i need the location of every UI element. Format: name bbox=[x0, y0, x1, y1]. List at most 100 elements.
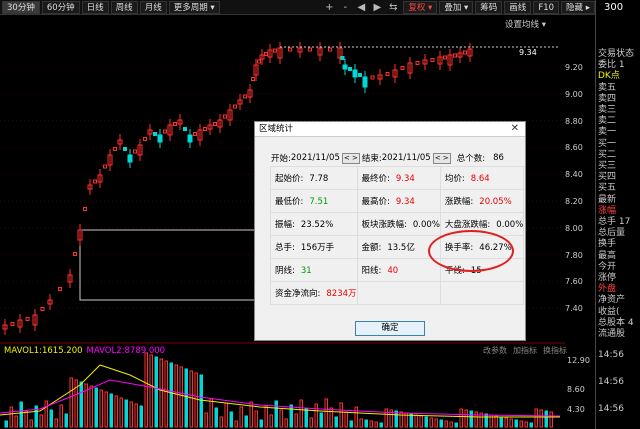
volume-bar bbox=[324, 398, 328, 428]
candle-body bbox=[153, 132, 157, 136]
volume-links: 改参数 加指标 换指标 bbox=[477, 345, 567, 356]
range-stats-dialog: 区域统计 ✕ 开始: 2021/11/05 < > 结束: 2021/11/05… bbox=[254, 121, 526, 341]
volume-bar bbox=[89, 385, 93, 428]
volume-bar bbox=[439, 419, 443, 428]
volume-bar bbox=[284, 418, 288, 428]
volume-bar bbox=[359, 418, 363, 428]
volume-tick: 12.90 bbox=[567, 356, 590, 365]
right-arrow-icon[interactable]: ▶ bbox=[369, 1, 385, 14]
volume-bar bbox=[409, 413, 413, 428]
volume-bar bbox=[289, 404, 293, 428]
quote-field: 流通股 bbox=[598, 329, 626, 339]
zoom-out-icon[interactable]: - bbox=[337, 1, 353, 14]
stat-value: 7.51 bbox=[309, 197, 329, 207]
volume-bar bbox=[79, 381, 83, 428]
price-tick: 9.20 bbox=[565, 63, 583, 72]
candle-body bbox=[93, 179, 97, 184]
close-icon[interactable]: ✕ bbox=[511, 123, 519, 134]
volume-bar bbox=[174, 364, 178, 428]
stat-value: 7.78 bbox=[309, 174, 329, 184]
stat-value: 23.52% bbox=[300, 220, 334, 230]
candle-body bbox=[103, 164, 107, 169]
overlay-button[interactable]: 叠加 ▾ bbox=[439, 1, 474, 14]
tab-daily[interactable]: 日线 bbox=[81, 0, 109, 14]
candle-body bbox=[340, 56, 345, 60]
volume-bar bbox=[224, 402, 228, 428]
volume-bar bbox=[374, 421, 378, 428]
stat-value: 156万手 bbox=[300, 243, 335, 253]
volume-bar bbox=[349, 420, 353, 428]
adjust-button[interactable]: 复权 ▾ bbox=[403, 1, 438, 14]
volume-bar bbox=[459, 408, 463, 428]
edit-params-link[interactable]: 改参数 bbox=[483, 345, 507, 356]
volume-bar bbox=[184, 368, 188, 428]
range-box bbox=[79, 245, 255, 301]
candle-body bbox=[358, 73, 362, 77]
price-tick: 7.40 bbox=[565, 304, 583, 314]
left-arrow-icon[interactable]: ◀ bbox=[353, 1, 369, 14]
tab-more-periods[interactable]: 更多周期 ▾ bbox=[168, 0, 220, 14]
volume-bar bbox=[244, 415, 248, 428]
candle-body bbox=[257, 59, 261, 64]
candle-body bbox=[73, 252, 77, 256]
volume-bar bbox=[154, 356, 158, 428]
f10-button[interactable]: F10 bbox=[533, 1, 560, 14]
candle-body bbox=[308, 47, 312, 52]
swap-icon[interactable]: ⇆ bbox=[385, 1, 401, 14]
candle-body bbox=[40, 307, 45, 311]
tab-30min[interactable]: 30分钟 bbox=[2, 0, 40, 14]
volume-bar bbox=[109, 393, 113, 428]
candle-body bbox=[163, 129, 167, 134]
zoom-in-icon[interactable]: + bbox=[321, 1, 337, 14]
start-adjust-button[interactable]: < > bbox=[341, 152, 360, 164]
volume-bar bbox=[369, 420, 373, 428]
draw-line-button[interactable]: 画线 bbox=[504, 1, 532, 14]
volume-bar bbox=[64, 413, 68, 428]
candle-body bbox=[10, 322, 15, 326]
candle-body bbox=[173, 122, 177, 126]
volume-bar bbox=[169, 362, 173, 428]
tab-weekly[interactable]: 周线 bbox=[110, 0, 138, 14]
volume-bar bbox=[179, 366, 183, 428]
price-tick: 8.60 bbox=[565, 143, 583, 153]
volume-bar bbox=[269, 414, 273, 428]
price-tick: 8.20 bbox=[565, 197, 583, 206]
volume-bar bbox=[429, 417, 433, 428]
stats-cell: 振幅: 23.52% bbox=[270, 212, 358, 236]
volume-bar bbox=[219, 416, 223, 428]
quote-field: 14:56 bbox=[598, 377, 624, 387]
volume-bar bbox=[264, 405, 268, 428]
volume-bar bbox=[4, 420, 8, 428]
volume-bar bbox=[54, 418, 58, 428]
candle-body bbox=[127, 154, 133, 163]
hide-button[interactable]: 隐藏 ▸ bbox=[561, 1, 595, 14]
stats-cell: 涨跌幅: 20.05% bbox=[439, 189, 525, 213]
tab-60min[interactable]: 60分钟 bbox=[41, 0, 80, 14]
quote-panel: 300 交易状态 委比 1 DK点 卖五 卖四 卖三 卖二 卖一 买一 买二 买三 买四 买五 最新 涨幅总… bbox=[595, 0, 640, 429]
volume-bar bbox=[239, 406, 243, 428]
volume-bar bbox=[379, 422, 383, 428]
volume-bar bbox=[59, 404, 63, 428]
volume-bar bbox=[539, 409, 543, 428]
volume-tick: 8.60 bbox=[567, 385, 585, 394]
candle-body bbox=[157, 134, 163, 143]
add-indicator-link[interactable]: 加指标 bbox=[513, 345, 537, 356]
tab-monthly[interactable]: 月线 bbox=[139, 0, 167, 14]
volume-bar bbox=[164, 360, 168, 428]
volume-bar bbox=[384, 408, 388, 428]
stats-row: 起始价: 7.78 最终价: 9.34 均价: 8.64 bbox=[270, 166, 525, 190]
candle-body bbox=[243, 94, 247, 99]
chips-button[interactable]: 筹码 bbox=[475, 1, 503, 14]
volume-bar bbox=[454, 422, 458, 428]
set-ma-link[interactable]: 设置均线 ▾ bbox=[505, 18, 546, 30]
end-adjust-button[interactable]: < > bbox=[432, 152, 451, 164]
change-indicator-link[interactable]: 换指标 bbox=[543, 345, 567, 356]
mavol1-label: MAVOL1:1615.200 bbox=[4, 346, 83, 356]
volume-bar bbox=[534, 408, 538, 428]
stats-cell: 阴线: 31 bbox=[270, 258, 358, 282]
ok-button[interactable]: 确定 bbox=[355, 321, 425, 336]
volume-bar bbox=[519, 420, 523, 428]
price-tick: 9.00 bbox=[565, 89, 583, 99]
stat-value: 9.34 bbox=[395, 174, 415, 184]
candle-body bbox=[463, 50, 467, 55]
